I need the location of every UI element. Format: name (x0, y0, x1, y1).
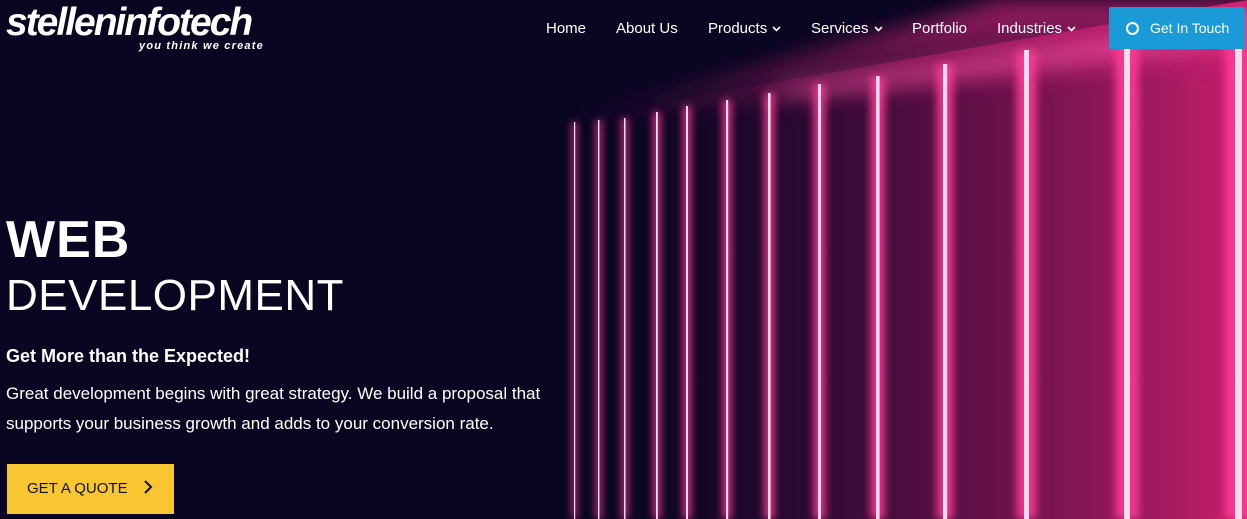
nav-item-about-us[interactable]: About Us (616, 18, 678, 40)
nav-item-label: Industries (997, 20, 1063, 37)
light-bar (624, 118, 626, 519)
light-bar (1235, 10, 1242, 519)
light-bar (574, 122, 576, 519)
light-bar (818, 84, 821, 519)
nav-item-home[interactable]: Home (546, 18, 586, 40)
hero-description: Great development begins with great stra… (6, 379, 586, 439)
hero-subheading: Get More than the Expected! (6, 346, 251, 366)
chevron-right-icon (144, 480, 153, 494)
nav-item-portfolio[interactable]: Portfolio (912, 18, 967, 40)
hero-headline-line2: DEVELOPMENT (6, 271, 345, 320)
hero-description-line2: supports your business growth and adds t… (6, 414, 494, 433)
hero-headline-line1: WEB (6, 211, 131, 269)
get-a-quote-button[interactable]: GET A QUOTE (7, 464, 174, 514)
light-bar (768, 93, 771, 519)
brand-logo[interactable]: stelleninfotech you think we create (6, 2, 286, 54)
hero-light-streaks-background (560, 0, 1247, 519)
nav-item-label: Portfolio (912, 20, 968, 37)
light-bar (656, 112, 658, 519)
chevron-down-icon (772, 26, 781, 32)
nav-item-label: Home (546, 20, 587, 37)
nav-item-products[interactable]: Products (708, 18, 781, 40)
light-bar (686, 106, 688, 519)
nav-item-label: About Us (616, 20, 678, 37)
nav-item-services[interactable]: Services (811, 18, 883, 40)
nav-item-label: Services (811, 20, 869, 37)
nav-item-label: Products (708, 20, 768, 37)
get-a-quote-label: GET A QUOTE (27, 480, 128, 497)
chevron-down-icon (873, 26, 883, 32)
get-in-touch-button[interactable]: Get In Touch (1109, 7, 1245, 49)
light-bar (598, 120, 600, 519)
brand-tagline: you think we create (139, 40, 264, 52)
hero-description-line1: Great development begins with great stra… (6, 384, 541, 403)
circle-icon (1126, 22, 1139, 35)
get-in-touch-label: Get In Touch (1150, 20, 1230, 36)
light-bar (1124, 32, 1130, 519)
light-bar (943, 64, 948, 519)
light-bar (876, 76, 880, 519)
light-bar (1024, 50, 1029, 519)
brand-wordmark: stelleninfotech (6, 1, 253, 44)
nav-item-industries[interactable]: Industries (997, 18, 1076, 40)
light-bar (726, 100, 729, 519)
chevron-down-icon (1067, 26, 1076, 32)
